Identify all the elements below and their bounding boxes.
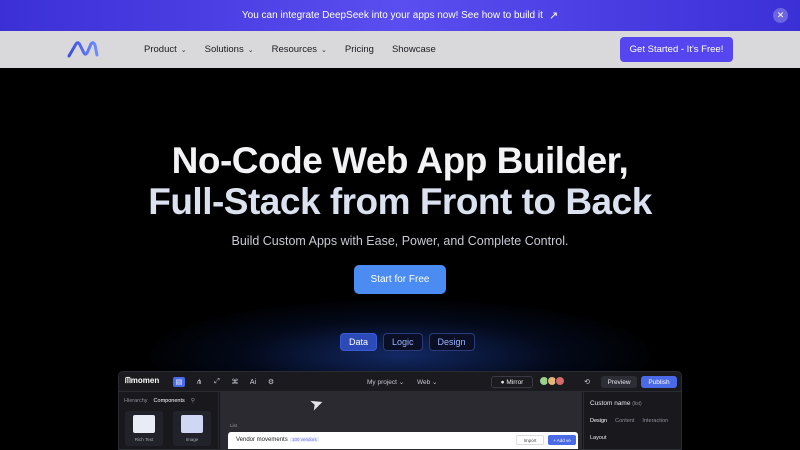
tab-hierarchy[interactable]: Hierarchy	[124, 398, 148, 404]
momen-logo-icon[interactable]	[66, 37, 100, 61]
brand-name: momen	[130, 376, 160, 385]
platform-select[interactable]: Web ⌄	[417, 378, 438, 386]
publish-button[interactable]: Publish	[641, 376, 677, 388]
nav-item-pricing[interactable]: Pricing	[345, 44, 374, 55]
tab-components[interactable]: Components	[154, 398, 185, 404]
share-icon[interactable]: ⋔	[193, 377, 205, 387]
import-button[interactable]: Import	[516, 435, 544, 445]
nav-item-resources[interactable]: Resources ⌄	[272, 44, 327, 55]
properties-tabs: Design Content Interaction	[590, 418, 668, 424]
tab-interaction-props[interactable]: Interaction	[642, 418, 668, 424]
tab-design[interactable]: Design	[428, 333, 475, 351]
nav-item-label: Pricing	[344, 44, 374, 55]
announcement-banner[interactable]: You can integrate DeepSeek into your app…	[0, 0, 800, 31]
arrow-up-right-icon: ↗	[548, 10, 559, 22]
layout-section[interactable]: Layout	[590, 435, 607, 441]
component-name[interactable]: Custom name (list)	[590, 400, 642, 407]
ai-icon[interactable]: Ai	[247, 377, 259, 387]
list-label: List	[230, 423, 238, 428]
count-badge: 100 vendors	[290, 437, 319, 442]
chevron-down-icon: ⌄	[180, 46, 187, 54]
rich-text-icon	[133, 415, 155, 433]
list-card[interactable]: Vendor movements 100 vendors Import + Ad…	[228, 432, 578, 449]
tab-logic[interactable]: Logic	[383, 333, 423, 351]
nav-menu: Product ⌄ Solutions ⌄ Resources ⌄ Pricing S…	[144, 31, 454, 68]
nav-item-label: Solutions	[204, 44, 244, 55]
app-preview-window: ᗰmomen ▤ ⋔ ⤢ ⌘ Ai ⚙ My project ⌄ Web ⌄ ●…	[118, 371, 682, 450]
preview-button[interactable]: Preview	[601, 376, 637, 388]
hero-subtitle: Build Custom Apps with Ease, Power, and …	[231, 234, 569, 248]
component-rich-text[interactable]: Rich Text	[125, 411, 163, 446]
settings-icon[interactable]: ⚙	[265, 377, 277, 387]
component-icon[interactable]: ⌘	[229, 377, 241, 387]
project-select[interactable]: My project ⌄	[367, 378, 404, 386]
get-started-button[interactable]: Get Started - It's Free!	[620, 37, 733, 62]
banner-text[interactable]: You can integrate DeepSeek into your app…	[242, 10, 543, 21]
editor-canvas[interactable]: ➤ List Vendor movements 100 vendors Impo…	[220, 392, 582, 449]
link-icon[interactable]: ⤢	[211, 377, 223, 387]
chevron-down-icon: ⌄	[247, 46, 254, 54]
cursor-icon: ➤	[307, 394, 327, 415]
chevron-down-icon: ⌄	[321, 46, 327, 54]
platform-label: Web	[417, 379, 431, 386]
card-title: Vendor movements	[236, 437, 288, 443]
tab-content-props[interactable]: Content	[615, 418, 634, 424]
avatar	[555, 376, 565, 386]
history-icon[interactable]: ⟲	[581, 377, 593, 387]
image-icon	[181, 415, 203, 433]
editor-toolbar: ᗰmomen ▤ ⋔ ⤢ ⌘ Ai ⚙ My project ⌄ Web ⌄ ●…	[119, 372, 681, 392]
feature-tabs: Data Logic Design	[340, 333, 475, 351]
close-icon[interactable]: ✕	[773, 8, 788, 23]
nav-item-product[interactable]: Product ⌄	[144, 44, 187, 55]
nav-item-solutions[interactable]: Solutions ⌄	[205, 44, 254, 55]
tab-design-props[interactable]: Design	[590, 418, 607, 424]
component-label: Rich Text	[134, 437, 154, 442]
add-vendor-button[interactable]: + Add ve	[548, 435, 576, 445]
mirror-button[interactable]: ● Mirror	[491, 376, 533, 388]
component-image[interactable]: Image	[173, 411, 211, 446]
component-label: Image	[185, 437, 199, 442]
name-suffix: (list)	[632, 401, 642, 407]
hero-title-line2: Full-Stack from Front to Back	[148, 181, 652, 222]
top-nav: Product ⌄ Solutions ⌄ Resources ⌄ Pricing S…	[0, 31, 800, 68]
components-panel: Hierarchy Components ⚲ Rich Text Image	[119, 392, 219, 449]
properties-panel: Custom name (list) Design Content Intera…	[583, 392, 681, 449]
start-for-free-button[interactable]: Start for Free	[354, 265, 446, 294]
collaborator-avatars	[539, 376, 565, 386]
editor-logo: ᗰmomen	[125, 376, 159, 386]
project-label: My project	[367, 379, 397, 386]
hero-title-line1: No-Code Web App Builder,	[171, 140, 629, 181]
tab-data[interactable]: Data	[340, 333, 378, 351]
name-label: Custom name	[590, 400, 631, 407]
pin-icon[interactable]: ⚲	[191, 398, 195, 404]
left-panel-tabs: Hierarchy Components ⚲	[124, 398, 195, 404]
mirror-label: Mirror	[506, 378, 524, 386]
pages-icon[interactable]: ▤	[173, 377, 185, 387]
nav-item-label: Resources	[271, 44, 318, 55]
nav-item-label: Product	[144, 44, 177, 55]
nav-item-showcase[interactable]: Showcase	[392, 44, 436, 55]
nav-item-label: Showcase	[391, 44, 436, 55]
